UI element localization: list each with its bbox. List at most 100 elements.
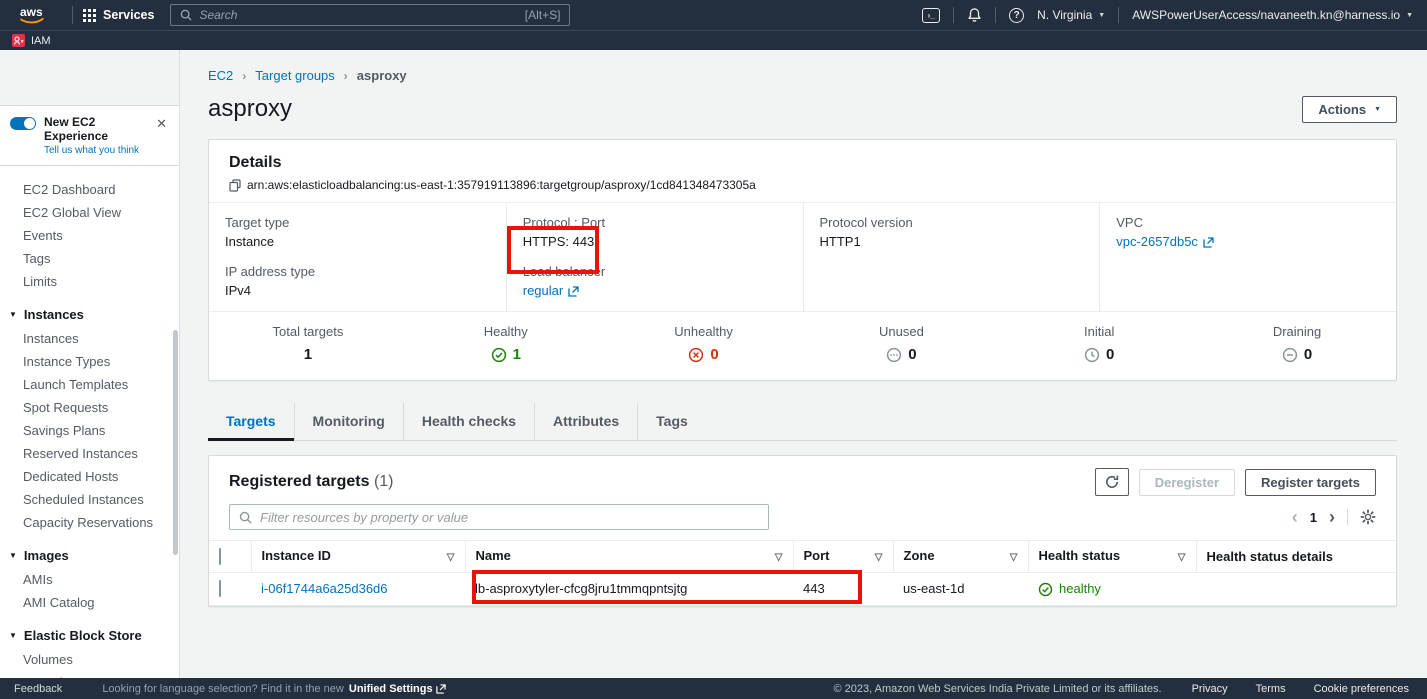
services-label: Services	[103, 8, 154, 22]
register-targets-button[interactable]: Register targets	[1245, 469, 1376, 496]
cookie-preferences-link[interactable]: Cookie preferences	[1314, 683, 1409, 695]
tab-monitoring[interactable]: Monitoring	[294, 403, 403, 440]
sort-icon[interactable]	[447, 550, 455, 565]
sidebar-item-ec2-dashboard[interactable]: EC2 Dashboard	[0, 179, 179, 201]
sidebar-item-events[interactable]: Events	[0, 225, 179, 247]
sidebar-item-amis[interactable]: AMIs	[0, 569, 179, 591]
language-selection-text: Looking for language selection? Find it …	[102, 683, 344, 695]
help-icon[interactable]	[1009, 8, 1024, 23]
breadcrumb-ec2[interactable]: EC2	[208, 68, 233, 83]
registered-targets-count: (1)	[374, 473, 394, 490]
sidebar-item-limits[interactable]: Limits	[0, 271, 179, 293]
target-group-arn: arn:aws:elasticloadbalancing:us-east-1:3…	[247, 178, 756, 192]
account-menu[interactable]: AWSPowerUserAccess/navaneeth.kn@harness.…	[1132, 8, 1413, 22]
sort-icon[interactable]	[775, 550, 783, 565]
close-icon[interactable]	[154, 115, 169, 132]
healthy-icon	[1038, 582, 1053, 597]
sidebar-item-ec2-global-view[interactable]: EC2 Global View	[0, 202, 179, 224]
services-menu-button[interactable]: Services	[83, 8, 154, 22]
targets-table: Instance ID Name Port Zone Health status…	[209, 540, 1396, 606]
region-selector[interactable]: N. Virginia	[1037, 8, 1105, 22]
sidebar-item-volumes[interactable]: Volumes	[0, 649, 179, 671]
sidebar-item-reserved-instances[interactable]: Reserved Instances	[0, 443, 179, 465]
favorite-iam-link[interactable]: IAM	[31, 35, 51, 47]
sidebar-item-launch-templates[interactable]: Launch Templates	[0, 374, 179, 396]
svg-text:aws: aws	[20, 5, 43, 19]
tab-targets[interactable]: Targets	[208, 403, 294, 440]
sort-icon[interactable]	[875, 550, 883, 565]
column-name: Name	[465, 541, 793, 573]
draining-icon	[1282, 347, 1298, 363]
actions-button[interactable]: Actions	[1302, 96, 1397, 123]
refresh-icon	[1104, 474, 1120, 490]
sidebar-item-ami-catalog[interactable]: AMI Catalog	[0, 592, 179, 614]
privacy-link[interactable]: Privacy	[1192, 683, 1228, 695]
region-label: N. Virginia	[1037, 8, 1092, 22]
health-details-cell	[1196, 573, 1396, 606]
sidebar-item-instance-types[interactable]: Instance Types	[0, 351, 179, 373]
instance-id-link[interactable]: i-06f1744a6a25d36d6	[261, 581, 388, 596]
experience-feedback-link[interactable]: Tell us what you think	[44, 145, 146, 156]
external-link-icon	[436, 684, 446, 694]
sort-icon[interactable]	[1010, 550, 1018, 565]
sidebar-item-instances[interactable]: Instances	[0, 328, 179, 350]
notifications-bell-icon[interactable]	[967, 7, 982, 23]
field-protocol-port: Protocol : Port HTTPS: 443	[523, 215, 789, 250]
sidebar-item-savings-plans[interactable]: Savings Plans	[0, 420, 179, 442]
filter-placeholder: Filter resources by property or value	[260, 510, 468, 525]
sidebar-item-tags[interactable]: Tags	[0, 248, 179, 270]
breadcrumb-target-groups[interactable]: Target groups	[255, 68, 335, 83]
sidebar-scrollbar[interactable]	[173, 330, 178, 555]
main-content: EC2 Target groups asproxy asproxy Action…	[180, 50, 1427, 678]
cloudshell-icon[interactable]	[922, 8, 940, 23]
search-shortcut-hint: [Alt+S]	[525, 8, 561, 22]
terms-link[interactable]: Terms	[1256, 683, 1286, 695]
sidebar-item-dedicated-hosts[interactable]: Dedicated Hosts	[0, 466, 179, 488]
aws-logo-icon[interactable]: aws	[16, 4, 52, 26]
tab-attributes[interactable]: Attributes	[534, 403, 637, 440]
sidebar-section-elastic-block-store[interactable]: Elastic Block Store	[0, 625, 179, 647]
field-vpc: VPC vpc-2657db5c	[1116, 215, 1382, 250]
sidebar-section-images[interactable]: Images	[0, 545, 179, 567]
tab-tags[interactable]: Tags	[637, 403, 706, 440]
search-icon	[239, 511, 252, 524]
feedback-link[interactable]: Feedback	[14, 683, 62, 695]
refresh-button[interactable]	[1095, 468, 1129, 496]
chevron-down-icon	[1374, 106, 1381, 113]
filter-input[interactable]: Filter resources by property or value	[229, 504, 769, 530]
sidebar-item-scheduled-instances[interactable]: Scheduled Instances	[0, 489, 179, 511]
next-page-icon[interactable]	[1329, 508, 1335, 526]
chevron-down-icon	[9, 311, 17, 319]
sidebar-section-instances[interactable]: Instances	[0, 304, 179, 326]
column-zone: Zone	[893, 541, 1028, 573]
global-search-input[interactable]: Search [Alt+S]	[170, 4, 570, 26]
chevron-down-icon	[1406, 12, 1413, 19]
chevron-down-icon	[9, 632, 17, 640]
iam-service-icon	[12, 34, 25, 47]
deregister-button[interactable]: Deregister	[1139, 469, 1235, 496]
load-balancer-link[interactable]: regular	[523, 283, 563, 299]
table-header-row: Instance ID Name Port Zone Health status…	[209, 541, 1396, 573]
pagination: 1	[1292, 508, 1376, 526]
copyright-text: © 2023, Amazon Web Services India Privat…	[834, 683, 1162, 695]
sidebar-item-spot-requests[interactable]: Spot Requests	[0, 397, 179, 419]
breadcrumb: EC2 Target groups asproxy	[208, 50, 1397, 83]
vpc-link[interactable]: vpc-2657db5c	[1116, 234, 1198, 250]
previous-page-icon[interactable]	[1292, 508, 1298, 526]
sort-icon[interactable]	[1178, 550, 1186, 565]
unified-settings-link[interactable]: Unified Settings	[349, 683, 446, 695]
field-load-balancer: Load balancer regular	[523, 264, 789, 299]
sidebar-item-capacity-reservations[interactable]: Capacity Reservations	[0, 512, 179, 534]
select-all-checkbox[interactable]	[219, 548, 221, 565]
registered-targets-title: Registered targets	[229, 473, 370, 490]
current-page[interactable]: 1	[1310, 510, 1317, 525]
copy-icon[interactable]	[229, 179, 241, 192]
health-status-cell: healthy	[1038, 581, 1186, 597]
search-placeholder: Search	[199, 8, 524, 22]
row-checkbox[interactable]	[219, 580, 221, 597]
settings-gear-icon[interactable]	[1360, 509, 1376, 525]
new-ec2-experience-toggle[interactable]	[10, 117, 36, 130]
tab-health-checks[interactable]: Health checks	[403, 403, 534, 440]
chevron-down-icon	[1098, 12, 1105, 19]
stat-draining: Draining 0	[1198, 324, 1396, 364]
